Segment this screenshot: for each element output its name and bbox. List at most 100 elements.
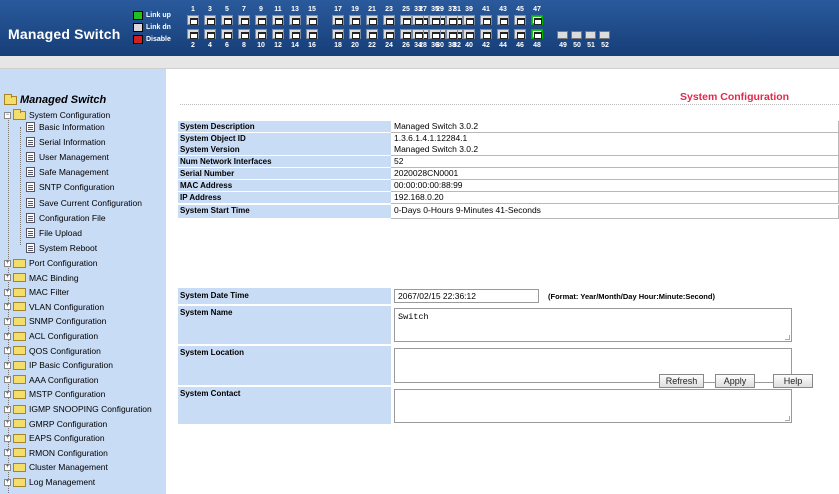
resize-grip-icon[interactable] (785, 335, 790, 340)
sidebar-group-snmp-configuration[interactable]: + SNMP Configuration (4, 316, 106, 326)
collapse-icon[interactable]: − (4, 111, 11, 119)
sidebar-group-aaa-configuration[interactable]: + AAA Configuration (4, 375, 98, 385)
expand-icon[interactable]: + (4, 259, 11, 267)
port-13-icon[interactable] (289, 15, 301, 25)
port-37-icon[interactable] (446, 15, 458, 25)
system-date-time-input[interactable]: 2067/02/15 22:36:12 (394, 289, 539, 303)
sidebar-group-acl-configuration[interactable]: + ACL Configuration (4, 331, 98, 341)
port-21-icon[interactable] (366, 15, 378, 25)
sidebar-item-file-upload[interactable]: File Upload (26, 227, 82, 238)
sidebar-item-basic-information[interactable]: Basic Information (26, 122, 105, 132)
port-47-icon[interactable] (531, 15, 543, 25)
expand-icon[interactable]: + (4, 376, 11, 384)
sidebar-group-vlan-configuration[interactable]: + VLAN Configuration (4, 302, 104, 312)
port-39-icon[interactable] (463, 15, 475, 25)
port-6-icon[interactable] (221, 29, 233, 39)
sfp-port-50-icon[interactable] (571, 31, 582, 39)
port-44-icon[interactable] (497, 29, 509, 39)
port-5-icon[interactable] (221, 15, 233, 25)
expand-icon[interactable]: + (4, 332, 11, 340)
port-41-icon[interactable] (480, 15, 492, 25)
port-24-icon[interactable] (383, 29, 395, 39)
port-23-icon[interactable] (383, 15, 395, 25)
port-12-icon[interactable] (272, 29, 284, 39)
port-38-icon[interactable] (446, 29, 458, 39)
help-button[interactable]: Help (773, 374, 813, 388)
expand-icon[interactable]: + (4, 347, 11, 355)
refresh-button[interactable]: Refresh (659, 374, 704, 388)
sfp-port-52-icon[interactable] (599, 31, 610, 39)
port-9-icon[interactable] (255, 15, 267, 25)
port-17-icon[interactable] (332, 15, 344, 25)
system-name-textarea[interactable]: Switch (394, 308, 792, 342)
sidebar-group-port-configuration[interactable]: + Port Configuration (4, 258, 98, 268)
sidebar-item-user-management[interactable]: User Management (26, 152, 109, 163)
port-2-icon[interactable] (187, 29, 199, 39)
port-14-icon[interactable] (289, 29, 301, 39)
port-42-icon[interactable] (480, 29, 492, 39)
port-8-icon[interactable] (238, 29, 250, 39)
port-25-icon[interactable] (400, 15, 412, 25)
port-19-icon[interactable] (349, 15, 361, 25)
port-10-icon[interactable] (255, 29, 267, 39)
expand-icon[interactable]: + (4, 274, 11, 282)
sidebar-item-sntp-configuration[interactable]: SNTP Configuration (26, 182, 114, 193)
sidebar-group-qos-configuration[interactable]: + QOS Configuration (4, 346, 101, 356)
port-20-icon[interactable] (349, 29, 361, 39)
sidebar-group-gmrp-configuration[interactable]: + GMRP Configuration (4, 419, 107, 429)
expand-icon[interactable]: + (4, 361, 11, 369)
sidebar-group-igmp-snooping-configuration[interactable]: + IGMP SNOOPING Configuration (4, 404, 152, 414)
expand-icon[interactable]: + (4, 405, 11, 413)
row-value: 192.168.0.20 (391, 192, 839, 204)
sidebar-item-configuration-file[interactable]: Configuration File (26, 212, 106, 223)
expand-icon[interactable]: + (4, 317, 11, 325)
port-34-icon[interactable] (412, 29, 424, 39)
port-48-icon[interactable] (531, 29, 543, 39)
sfp-port-49-icon[interactable] (557, 31, 568, 39)
port-35-icon[interactable] (429, 15, 441, 25)
expand-icon[interactable]: + (4, 288, 11, 296)
port-15-icon[interactable] (306, 15, 318, 25)
port-36-icon[interactable] (429, 29, 441, 39)
sidebar-group-eaps-configuration[interactable]: + EAPS Configuration (4, 433, 105, 443)
apply-button[interactable]: Apply (715, 374, 755, 388)
port-40-icon[interactable] (463, 29, 475, 39)
port-16-icon[interactable] (306, 29, 318, 39)
expand-icon[interactable]: + (4, 478, 11, 486)
sfp-port-51-icon[interactable] (585, 31, 596, 39)
sidebar-group-system-configuration[interactable]: − System Configuration (4, 108, 110, 120)
sidebar-item-save-current-configuration[interactable]: Save Current Configuration (26, 197, 142, 208)
port-1-icon[interactable] (187, 15, 199, 25)
row-label: Num Network Interfaces (178, 156, 391, 168)
port-4-icon[interactable] (204, 29, 216, 39)
port-18-icon[interactable] (332, 29, 344, 39)
sidebar-item-system-reboot[interactable]: System Reboot (26, 242, 97, 253)
port-33-icon[interactable] (412, 15, 424, 25)
port-46-icon[interactable] (514, 29, 526, 39)
expand-icon[interactable]: + (4, 449, 11, 457)
expand-icon[interactable]: + (4, 390, 11, 398)
port-11-icon[interactable] (272, 15, 284, 25)
port-26-icon[interactable] (400, 29, 412, 39)
sidebar-item-serial-information[interactable]: Serial Information (26, 137, 106, 148)
tree-root[interactable]: Managed Switch (4, 93, 106, 106)
sidebar-group-mac-binding[interactable]: + MAC Binding (4, 273, 79, 283)
resize-grip-icon[interactable] (785, 416, 790, 421)
port-7-icon[interactable] (238, 15, 250, 25)
system-contact-textarea[interactable] (394, 389, 792, 423)
expand-icon[interactable]: + (4, 420, 11, 428)
port-43-icon[interactable] (497, 15, 509, 25)
expand-icon[interactable]: + (4, 434, 11, 442)
sidebar-item-safe-management[interactable]: Safe Management (26, 167, 108, 178)
sidebar-group-ip-basic-configuration[interactable]: + IP Basic Configuration (4, 360, 113, 370)
expand-icon[interactable]: + (4, 463, 11, 471)
sidebar-group-rmon-configuration[interactable]: + RMON Configuration (4, 448, 108, 458)
expand-icon[interactable]: + (4, 303, 11, 311)
sidebar-group-log-management[interactable]: + Log Management (4, 477, 95, 487)
sidebar-group-mstp-configuration[interactable]: + MSTP Configuration (4, 389, 105, 399)
port-22-icon[interactable] (366, 29, 378, 39)
port-3-icon[interactable] (204, 15, 216, 25)
port-45-icon[interactable] (514, 15, 526, 25)
sidebar-group-mac-filter[interactable]: + MAC Filter (4, 287, 69, 297)
sidebar-group-cluster-management[interactable]: + Cluster Management (4, 462, 108, 472)
